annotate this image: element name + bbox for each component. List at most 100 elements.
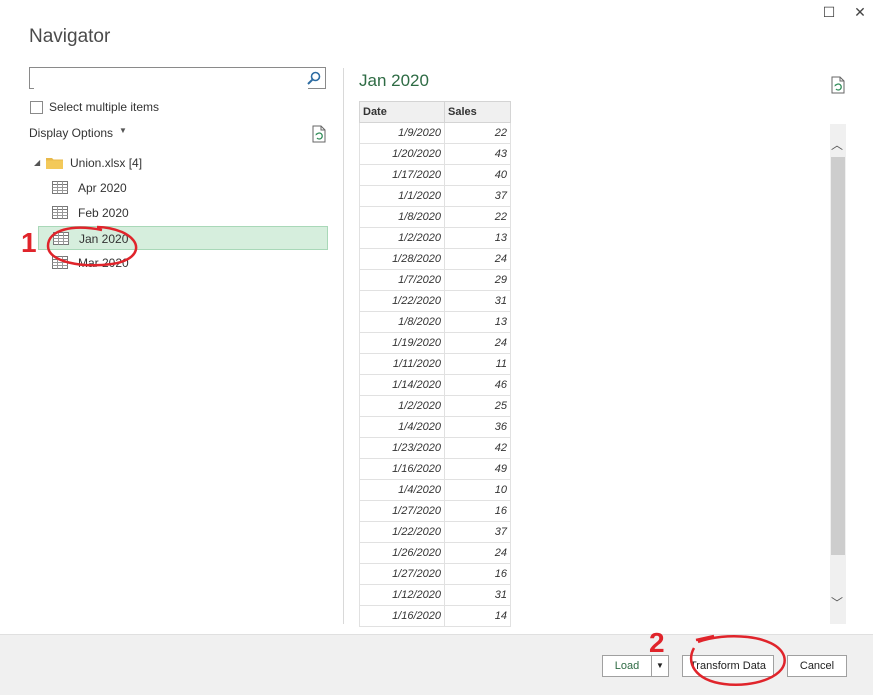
cell-date: 1/12/2020 <box>359 584 445 606</box>
tree-item-mar-2020[interactable]: Mar 2020 <box>38 251 328 275</box>
table-row: 1/4/2020 10 <box>359 479 511 501</box>
column-header-date[interactable]: Date <box>359 101 445 123</box>
column-header-sales[interactable]: Sales <box>444 101 511 123</box>
cell-sales: 40 <box>444 164 511 186</box>
table-row: 1/28/2020 24 <box>359 248 511 270</box>
cell-date: 1/1/2020 <box>359 185 445 207</box>
table-row: 1/16/2020 14 <box>359 605 511 627</box>
folder-icon <box>46 158 63 169</box>
cell-date: 1/26/2020 <box>359 542 445 564</box>
search-input[interactable] <box>34 69 308 89</box>
close-button[interactable]: ✕ <box>850 2 870 22</box>
table-row: 1/19/2020 24 <box>359 332 511 354</box>
cell-sales: 11 <box>444 353 511 375</box>
cell-sales: 25 <box>444 395 511 417</box>
cell-sales: 31 <box>444 290 511 312</box>
cell-sales: 42 <box>444 437 511 459</box>
workbook-node[interactable]: Union.xlsx [4] <box>70 156 142 170</box>
preview-title: Jan 2020 <box>359 71 429 90</box>
search-box[interactable] <box>29 67 326 89</box>
chevron-down-icon[interactable]: ▼ <box>119 126 127 135</box>
refresh-icon[interactable] <box>311 125 327 143</box>
table-row: 1/23/2020 42 <box>359 437 511 459</box>
maximize-button[interactable]: ☐ <box>819 2 839 22</box>
cell-sales: 24 <box>444 248 511 270</box>
cell-date: 1/2/2020 <box>359 227 445 249</box>
cell-date: 1/14/2020 <box>359 374 445 396</box>
cell-date: 1/17/2020 <box>359 164 445 186</box>
table-icon <box>53 232 69 245</box>
table-row: 1/27/2020 16 <box>359 563 511 585</box>
select-multiple-label: Select multiple items <box>49 100 160 114</box>
annotation-step-2: 2 <box>649 627 665 658</box>
cell-date: 1/7/2020 <box>359 269 445 291</box>
cell-sales: 16 <box>444 563 511 585</box>
search-icon[interactable] <box>306 70 322 86</box>
table-row: 1/12/2020 31 <box>359 584 511 606</box>
cell-sales: 14 <box>444 605 511 627</box>
display-options-button[interactable]: Display Options <box>29 126 113 140</box>
cell-sales: 22 <box>444 122 511 144</box>
cell-date: 1/4/2020 <box>359 416 445 438</box>
cell-date: 1/22/2020 <box>359 521 445 543</box>
cell-date: 1/16/2020 <box>359 605 445 627</box>
table-row: 1/20/2020 43 <box>359 143 511 165</box>
table-row: 1/8/2020 13 <box>359 311 511 333</box>
scrollbar-thumb[interactable] <box>831 157 845 555</box>
cell-sales: 29 <box>444 269 511 291</box>
cell-date: 1/8/2020 <box>359 311 445 333</box>
preview-refresh-icon[interactable] <box>830 76 846 94</box>
tree-item-label: Mar 2020 <box>78 256 129 270</box>
table-row: 1/22/2020 37 <box>359 521 511 543</box>
scroll-up-icon[interactable]: ︿ <box>831 136 843 153</box>
table-row: 1/17/2020 40 <box>359 164 511 186</box>
cell-date: 1/22/2020 <box>359 290 445 312</box>
cell-sales: 49 <box>444 458 511 480</box>
cell-date: 1/19/2020 <box>359 332 445 354</box>
tree-item-feb-2020[interactable]: Feb 2020 <box>38 201 328 225</box>
cell-date: 1/11/2020 <box>359 353 445 375</box>
cell-date: 1/4/2020 <box>359 479 445 501</box>
dialog-title: Navigator <box>29 26 111 47</box>
table-icon <box>52 256 68 269</box>
table-row: 1/4/2020 36 <box>359 416 511 438</box>
table-row: 1/27/2020 16 <box>359 500 511 522</box>
cell-sales: 43 <box>444 143 511 165</box>
cell-sales: 24 <box>444 542 511 564</box>
table-row: 1/1/2020 37 <box>359 185 511 207</box>
cell-sales: 24 <box>444 332 511 354</box>
tree-item-jan-2020[interactable]: Jan 2020 <box>38 226 328 250</box>
table-row: 1/22/2020 31 <box>359 290 511 312</box>
table-row: 1/16/2020 49 <box>359 458 511 480</box>
cell-sales: 10 <box>444 479 511 501</box>
expand-arrow-icon[interactable]: ◢ <box>34 158 40 167</box>
cell-sales: 31 <box>444 584 511 606</box>
cancel-button[interactable]: Cancel <box>787 655 847 677</box>
cell-date: 1/8/2020 <box>359 206 445 228</box>
cell-date: 1/28/2020 <box>359 248 445 270</box>
cell-sales: 37 <box>444 185 511 207</box>
cell-sales: 46 <box>444 374 511 396</box>
cell-sales: 13 <box>444 311 511 333</box>
cell-sales: 16 <box>444 500 511 522</box>
load-button[interactable]: Load <box>602 655 652 677</box>
tree-item-label: Apr 2020 <box>78 181 127 195</box>
select-multiple-checkbox[interactable] <box>30 101 43 114</box>
tree-item-label: Feb 2020 <box>78 206 129 220</box>
tree-item-label: Jan 2020 <box>79 232 129 246</box>
transform-data-button[interactable]: Transform Data <box>682 655 774 677</box>
table-row: 1/14/2020 46 <box>359 374 511 396</box>
cell-date: 1/20/2020 <box>359 143 445 165</box>
table-row: 1/7/2020 29 <box>359 269 511 291</box>
table-row: 1/2/2020 13 <box>359 227 511 249</box>
tree-item-apr-2020[interactable]: Apr 2020 <box>38 176 328 200</box>
table-icon <box>52 206 68 219</box>
scroll-down-icon[interactable]: ﹀ <box>831 594 843 611</box>
cell-date: 1/23/2020 <box>359 437 445 459</box>
table-row: 1/2/2020 25 <box>359 395 511 417</box>
cell-date: 1/2/2020 <box>359 395 445 417</box>
preview-table: Date Sales 1/9/2020 22 1/20/2020 43 1/17/202… <box>359 101 511 627</box>
cell-date: 1/27/2020 <box>359 500 445 522</box>
cell-sales: 22 <box>444 206 511 228</box>
cell-date: 1/27/2020 <box>359 563 445 585</box>
